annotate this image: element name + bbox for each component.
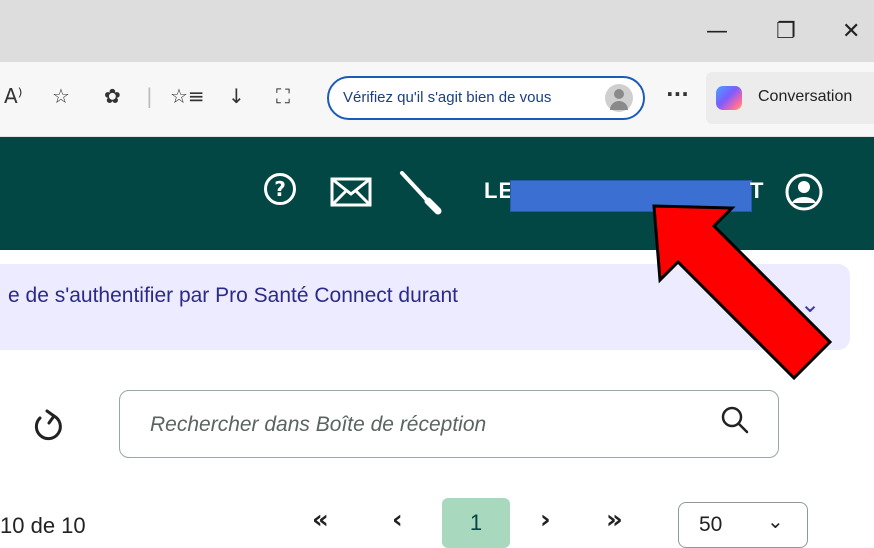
close-button[interactable]: ✕ — [842, 18, 860, 46]
more-menu-icon[interactable]: ··· — [666, 82, 689, 106]
toolbar-divider: | — [146, 84, 153, 108]
extensions-icon[interactable]: ✿ — [104, 84, 121, 108]
favorites-list-icon[interactable]: ☆≡ — [170, 84, 205, 108]
restore-button[interactable]: ❐ — [776, 18, 796, 46]
current-page-button[interactable]: 1 — [442, 498, 510, 548]
user-name-suffix[interactable]: T — [750, 178, 763, 204]
redaction-box — [510, 180, 752, 212]
page-size-select[interactable]: 50 ⌄ — [678, 502, 808, 548]
verify-identity-button[interactable]: Vérifiez qu'il s'agit bien de vous — [327, 76, 645, 120]
read-aloud-icon[interactable]: A⁾ — [4, 84, 23, 108]
info-banner: e de s'authentifier par Pro Santé Connec… — [0, 264, 850, 350]
chevron-down-icon: ⌄ — [767, 509, 784, 533]
favorite-star-icon[interactable]: ☆ — [52, 84, 70, 108]
banner-message: e de s'authentifier par Pro Santé Connec… — [8, 284, 458, 307]
copilot-logo-icon — [716, 86, 742, 110]
search-icon[interactable] — [720, 405, 750, 435]
result-count: 10 de 10 — [0, 513, 86, 538]
minimize-button[interactable]: — — [706, 18, 728, 46]
profile-avatar-icon — [605, 84, 633, 112]
page-size-value: 50 — [699, 513, 723, 536]
screenshot-icon[interactable]: ⛶ — [276, 84, 290, 108]
app-header: ? LE T — [0, 137, 874, 250]
search-input[interactable]: Rechercher dans Boîte de réception — [119, 390, 779, 458]
browser-titlebar: — ❐ ✕ — [0, 0, 874, 62]
conversation-label: Conversation — [758, 88, 853, 105]
account-icon[interactable] — [784, 172, 824, 212]
tools-icon[interactable] — [398, 169, 444, 215]
banner-expand-chevron-icon[interactable]: ⌄ — [800, 290, 820, 318]
search-placeholder: Rechercher dans Boîte de réception — [150, 413, 487, 436]
copilot-conversation-button[interactable]: Conversation — [706, 72, 874, 124]
mail-icon[interactable] — [330, 177, 372, 207]
browser-toolbar: A⁾ ☆ ✿ | ☆≡ ↓ ⛶ Vérifiez qu'il s'agit bi… — [0, 62, 874, 137]
verify-identity-label: Vérifiez qu'il s'agit bien de vous — [343, 89, 552, 106]
help-icon[interactable]: ? — [264, 173, 296, 205]
downloads-icon[interactable]: ↓ — [228, 84, 245, 108]
refresh-icon[interactable] — [28, 408, 68, 448]
